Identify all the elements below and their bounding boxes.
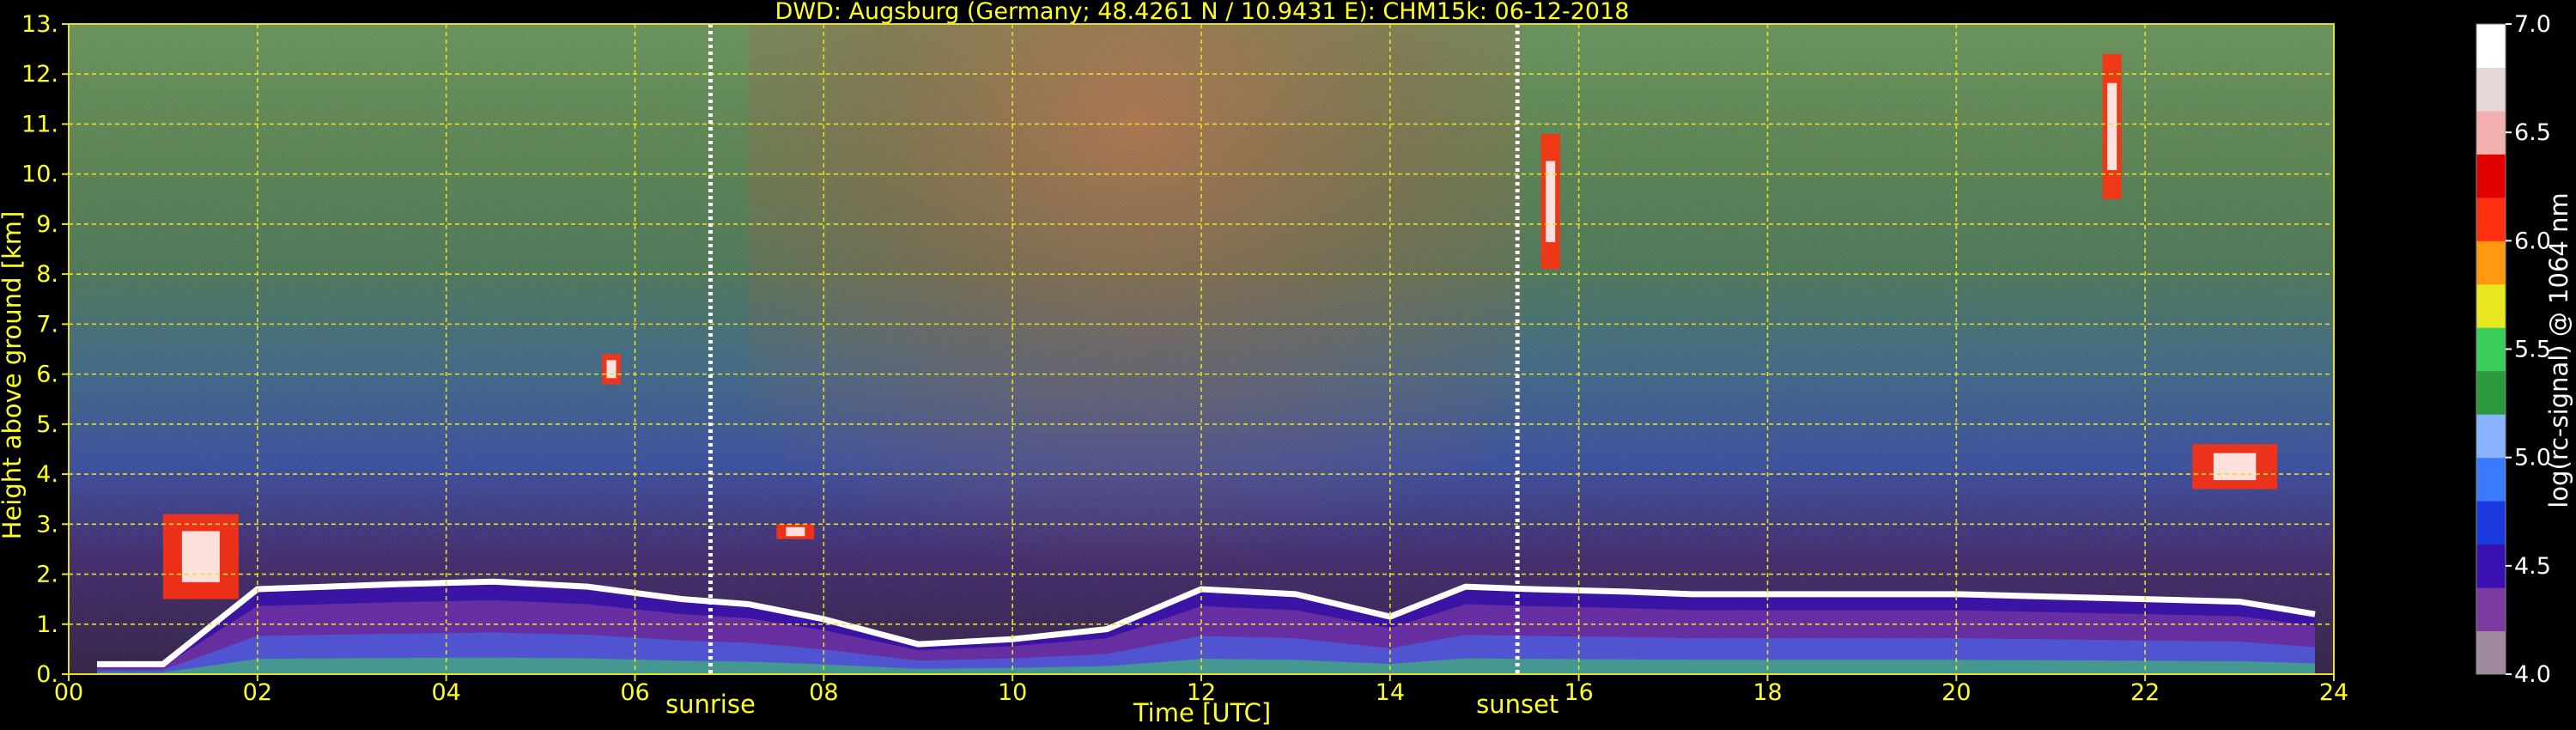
x-tick-label: 16 [1564,679,1593,706]
chart-title: DWD: Augsburg (Germany; 48.4261 N / 10.9… [775,0,1630,25]
x-tick-label: 10 [998,679,1027,706]
x-tick-label: 14 [1376,679,1405,706]
colorbar-swatch [2476,587,2506,632]
cloud-core-1 [606,360,617,379]
aerosol-layer-green [96,657,2316,674]
y-tick-label: 13. [21,11,58,38]
colorbar-swatch [2476,283,2506,328]
colorbar-swatch [2476,501,2506,545]
colorbar-swatch [2476,327,2506,372]
x-tick-label: 22 [2130,679,2160,706]
colorbar-swatch [2476,24,2506,68]
y-tick-label: 8. [36,261,58,288]
x-tick-label: 18 [1753,679,1782,706]
colorbar-swatch [2476,240,2506,285]
colorbar-swatch [2476,154,2506,198]
y-tick-label: 0. [36,661,58,688]
y-tick-label: 11. [21,111,58,137]
colorbar-swatch [2476,67,2506,112]
colorbar-swatch [2476,370,2506,415]
colorbar-tick-label: 6.5 [2514,119,2551,146]
colorbar-swatch [2476,544,2506,588]
y-tick-label: 10. [21,161,58,188]
x-tick-label: 04 [431,679,460,706]
y-tick-label: 5. [36,411,58,438]
y-tick-label: 7. [36,311,58,338]
x-tick-label: 20 [1941,679,1971,706]
colorbar-label: log(rc-signal) @ 1064 nm [2544,192,2573,508]
y-tick-label: 1. [36,611,58,638]
colorbar-swatch [2476,110,2506,155]
x-tick-label: 06 [620,679,649,706]
colorbar-swatch [2476,630,2506,675]
x-tick-label: 02 [243,679,272,706]
sunrise-label: sunrise [665,690,756,719]
colorbar-swatch [2476,197,2506,241]
x-axis-label: Time [UTC] [1133,698,1271,727]
y-tick-label: 9. [36,211,58,238]
ceilometer-chart: DWD: Augsburg (Germany; 48.4261 N / 10.9… [0,0,2573,727]
cloud-core-6 [786,526,805,537]
x-tick-label: 24 [2319,679,2348,706]
colorbar: 4.04.55.05.56.06.57.0 [2476,11,2551,688]
cloud-core-3 [2107,82,2117,171]
y-tick-label: 3. [36,511,58,538]
cloud-core-2 [1546,161,1556,242]
sunset-label: sunset [1476,690,1558,719]
x-tick-label: 08 [809,679,838,706]
colorbar-tick-label: 4.5 [2514,553,2551,580]
y-tick-label: 12. [21,61,58,88]
y-axis-label: Height above ground [km] [0,211,27,540]
colorbar-swatch [2476,457,2506,502]
y-tick-label: 2. [36,562,58,588]
colorbar-swatch [2476,414,2506,459]
y-tick-label: 6. [36,362,58,388]
cloud-core-4 [2213,453,2257,481]
y-tick-label: 4. [36,461,58,488]
colorbar-tick-label: 7.0 [2514,11,2551,38]
colorbar-tick-label: 4.0 [2514,661,2551,688]
